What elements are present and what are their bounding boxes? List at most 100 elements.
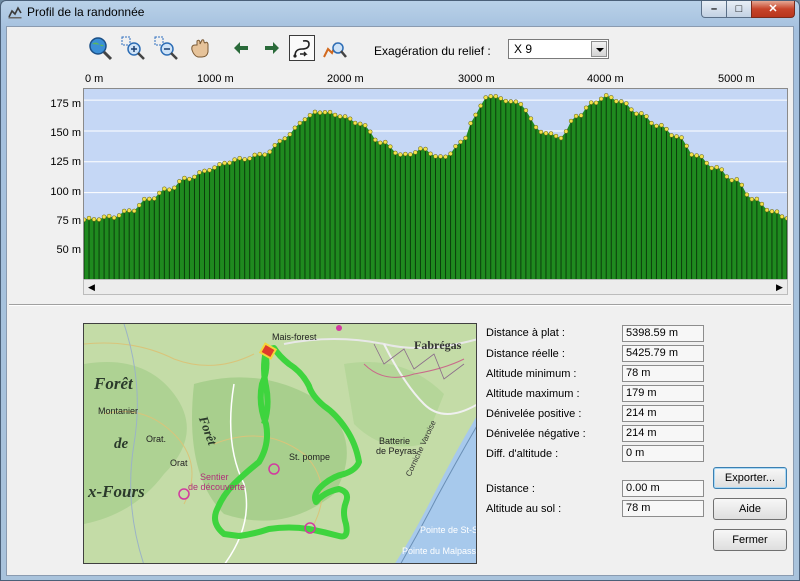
map-label-de: de [114,436,129,452]
globe-magnifier-icon [89,37,113,61]
zoom-in-tool[interactable] [120,35,146,61]
stat-label-real-distance: Distance réelle : [486,348,565,360]
scroll-left-icon[interactable]: ◀ [84,280,99,294]
elevation-point [624,101,629,106]
elevation-point [157,190,162,196]
elevation-point [458,139,463,145]
zoom-globe-tool[interactable] [87,35,113,61]
elevation-point [257,151,262,157]
map-label-fours: x-Fours [88,482,145,501]
title-bar[interactable]: Profil de la randonnée – □ ✕ [1,1,799,23]
profile-search-tool[interactable] [322,35,348,61]
map-label-fabregas: Fabrégas [414,338,462,352]
elevation-point [378,140,383,146]
close-button[interactable]: Fermer [713,529,787,551]
elevation-point [508,99,514,104]
elevation-point [252,152,257,158]
elevation-point [327,109,333,115]
elevation-point [413,150,418,155]
elevation-point [101,214,107,220]
elevation-point [573,113,579,119]
elevation-point [347,116,353,122]
elevation-point [388,144,393,149]
cursor-value-ground-altitude: 78 m [622,500,704,517]
x-tick-label: 1000 m [197,73,234,85]
elevation-point [754,196,760,202]
cursor-label-ground-altitude: Altitude au sol : [486,503,562,515]
arrow-left-icon [234,42,248,54]
elevation-point [764,207,770,213]
elevation-point [307,112,313,118]
elevation-point [84,217,87,223]
chevron-down-icon[interactable] [591,41,607,57]
elevation-point [463,135,468,141]
map-label-montanier: Montanier [98,406,139,416]
elevation-point [593,100,599,106]
profile-magnifier-icon [323,42,347,58]
y-tick-label: 150 m [50,127,81,139]
elevation-point [106,213,112,219]
elevation-point [493,94,499,99]
map-label-batterie: Batterie [379,436,411,446]
stat-label-max-altitude: Altitude maximum : [486,388,580,400]
elevation-point [538,129,544,135]
y-tick-label: 50 m [56,244,81,256]
elevation-point [729,178,735,183]
elevation-point [282,136,288,141]
minimize-icon: – [710,3,718,15]
elevation-point [598,96,604,102]
elevation-point [372,137,378,143]
elevation-point [744,192,750,197]
elevation-point [433,154,438,159]
stat-value-max-altitude: 179 m [622,385,704,402]
elevation-point [568,118,574,124]
elevation-point [142,196,147,202]
pan-tool[interactable] [187,35,213,61]
elevation-point [578,113,584,118]
stat-label-flat-distance: Distance à plat : [486,327,565,339]
elevation-point [679,135,684,140]
elevation-point [428,151,433,157]
elevation-profile-chart[interactable] [83,88,788,295]
stat-label-positive-gain: Dénivelée positive : [486,408,582,420]
scroll-right-icon[interactable]: ▶ [772,280,787,294]
elevation-point [629,107,634,112]
relief-exaggeration-label: Exagération du relief : [374,44,491,58]
back-tool[interactable] [228,35,254,61]
elevation-point [393,150,398,156]
elevation-point [468,121,473,126]
window-title: Profil de la randonnée [27,5,145,19]
elevation-point [478,103,483,109]
elevation-point [453,144,458,149]
elevation-point [619,99,624,104]
route-map[interactable]: Forêt de x-Fours Forêt Fabrégas Batterie… [83,323,477,564]
forward-tool[interactable] [259,35,285,61]
elevation-point [649,120,654,126]
elevation-point [207,167,212,173]
elevation-point [217,162,222,167]
help-button[interactable]: Aide [713,498,787,520]
elevation-point [654,123,659,129]
y-tick-label: 125 m [50,156,81,168]
maximize-button[interactable]: □ [726,1,752,18]
export-button[interactable]: Exporter... [713,467,787,489]
elevation-point [774,209,780,214]
map-label-de-decouverte: de découverte [188,482,246,492]
profile-horizontal-scrollbar[interactable]: ◀ ▶ [83,279,788,295]
zoom-out-tool[interactable] [153,35,179,61]
elevation-point [147,196,152,202]
relief-exaggeration-select[interactable]: X 9 [508,39,609,59]
elevation-point [548,131,554,136]
elevation-point [352,120,358,126]
minimize-button[interactable]: – [701,1,727,18]
elevation-point [162,186,167,192]
elevation-point [237,155,242,161]
stat-label-min-altitude: Altitude minimum : [486,368,577,380]
y-tick-label: 100 m [50,186,81,198]
map-label-orat2: Orat [170,458,188,468]
route-mode-tool[interactable] [289,35,315,61]
elevation-point [498,96,504,101]
elevation-point [704,160,709,166]
section-divider [9,304,791,306]
close-window-button[interactable]: ✕ [751,1,795,18]
